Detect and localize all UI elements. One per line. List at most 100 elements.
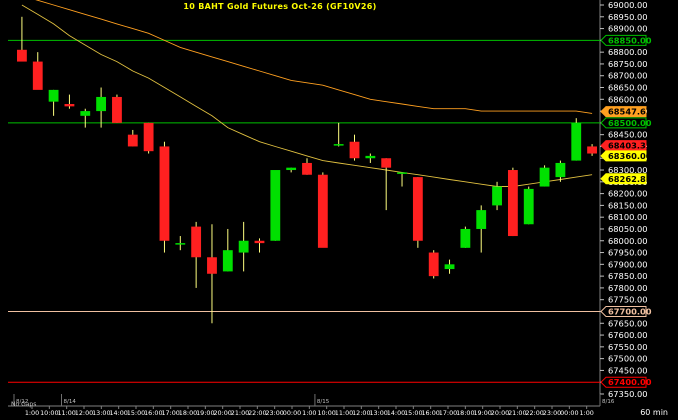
y-tick-label: 67650.00 <box>608 318 648 328</box>
y-tick-label: 68600.00 <box>608 94 648 104</box>
x-tick-label: 16:00 <box>421 409 439 417</box>
candle-body <box>571 122 582 161</box>
candle-body <box>112 96 122 123</box>
x-tick-label: 21:00 <box>231 409 249 417</box>
candle-body <box>159 146 170 241</box>
candle-body <box>444 264 455 270</box>
y-tick-label: 67900.00 <box>608 259 648 269</box>
y-tick-label: 68700.00 <box>608 71 648 81</box>
candle <box>523 186 534 225</box>
x-tick-label: 22:00 <box>248 409 266 417</box>
candle <box>460 226 471 248</box>
gaps-label: No Gaps <box>11 401 37 408</box>
x-tick-label: 22:00 <box>525 409 543 417</box>
price-chart[interactable]: 69000.00 68950.00 68900.0068850.00 68800.00… <box>0 0 678 420</box>
candle-body <box>270 170 281 241</box>
date-label: 8/16 <box>602 399 615 405</box>
x-tick-label: 13:00 <box>369 409 387 417</box>
candle-body <box>317 174 328 248</box>
candle-body <box>254 240 265 244</box>
price-tag: 68403.35 <box>600 140 652 152</box>
y-axis: 69000.0068950.0068900.0068850.0068800.00… <box>600 0 648 399</box>
chart-title: 10 BAHT Gold Futures Oct-26 (GF10V26) <box>183 2 377 11</box>
price-tag: 68262.85 <box>600 173 652 185</box>
x-tick-label: 16:00 <box>144 409 162 417</box>
x-tick-label: 00:00 <box>560 409 578 417</box>
y-tick-label: 67600.00 <box>608 330 648 340</box>
x-tick-label: 18:00 <box>456 409 474 417</box>
candle-body <box>222 250 233 272</box>
price-tag-label: 68360.00 <box>608 151 652 161</box>
y-tick-label: 67450.00 <box>608 365 648 375</box>
y-tick-label: 67350.00 <box>608 389 648 399</box>
x-tick-label: 11:00 <box>57 409 75 417</box>
candle-body <box>476 210 487 229</box>
candle-body <box>349 141 360 159</box>
price-tag-label: 68403.35 <box>608 141 652 151</box>
candle-body <box>96 96 107 112</box>
candle-body <box>64 104 75 107</box>
x-tick-label: 1:00 <box>579 409 593 417</box>
x-tick-label: 14:00 <box>109 409 127 417</box>
candle <box>143 122 154 154</box>
candle <box>317 172 328 248</box>
candle <box>412 177 423 248</box>
candle-body <box>175 243 186 245</box>
x-tick-label: 19:00 <box>473 409 491 417</box>
y-tick-label: 67850.00 <box>608 271 648 281</box>
candle-body <box>286 167 297 171</box>
price-tag-label: 68500.00 <box>608 118 652 128</box>
x-tick-label: 20:00 <box>213 409 231 417</box>
candle-body <box>238 240 249 253</box>
y-tick-label: 68650.00 <box>608 83 648 93</box>
candle-body <box>507 170 518 237</box>
price-tag-label: 68547.67 <box>608 107 652 117</box>
x-tick-label: 13:00 <box>92 409 110 417</box>
candle <box>270 170 281 241</box>
y-tick-label: 68050.00 <box>608 224 648 234</box>
candle-body <box>80 111 91 116</box>
candle <box>428 250 439 279</box>
candle-body <box>587 146 597 154</box>
date-label: 8/15 <box>317 399 330 405</box>
price-tag: 67700.00 <box>600 305 652 317</box>
candle-body <box>207 257 217 274</box>
candle-body <box>412 177 423 241</box>
candle-body <box>539 167 550 187</box>
x-tick-label: 19:00 <box>196 409 214 417</box>
x-tick-label: 14:00 <box>387 409 405 417</box>
candle-body <box>555 162 566 178</box>
x-tick-label: 20:00 <box>491 409 509 417</box>
price-tag: 68500.00 <box>600 117 652 129</box>
candle <box>112 94 122 123</box>
candle-body <box>460 228 471 248</box>
timeframe-label: 60 min <box>640 408 668 417</box>
y-tick-label: 68900.00 <box>608 24 648 34</box>
candle-body <box>32 61 43 90</box>
x-tick-label: 18:00 <box>179 409 197 417</box>
y-tick-label: 68200.00 <box>608 189 648 199</box>
y-tick-label: 68800.00 <box>608 47 648 57</box>
candle-body <box>523 188 534 225</box>
x-tick-label: 17:00 <box>161 409 179 417</box>
price-tag-label: 68850.00 <box>608 35 652 45</box>
y-tick-label: 68450.00 <box>608 130 648 140</box>
x-tick-label: 1:00 <box>25 409 39 417</box>
candle <box>159 141 170 253</box>
price-tag: 68360.00 <box>600 150 652 162</box>
price-tag: 68547.67 <box>600 106 652 118</box>
candle-body <box>492 186 502 206</box>
candle-body <box>397 172 407 174</box>
y-tick-label: 68750.00 <box>608 59 648 69</box>
date-label: 8/14 <box>64 399 77 405</box>
price-tag: 67400.00 <box>600 376 652 388</box>
price-tag: 68850.00 <box>600 34 652 46</box>
x-tick-label: 23:00 <box>543 409 561 417</box>
y-tick-label: 68150.00 <box>608 200 648 210</box>
y-tick-label: 67800.00 <box>608 283 648 293</box>
y-tick-label: 68950.00 <box>608 12 648 22</box>
candle <box>507 167 518 237</box>
candle-body <box>48 89 59 102</box>
x-tick-label: 17:00 <box>439 409 457 417</box>
candle-body <box>17 49 27 62</box>
